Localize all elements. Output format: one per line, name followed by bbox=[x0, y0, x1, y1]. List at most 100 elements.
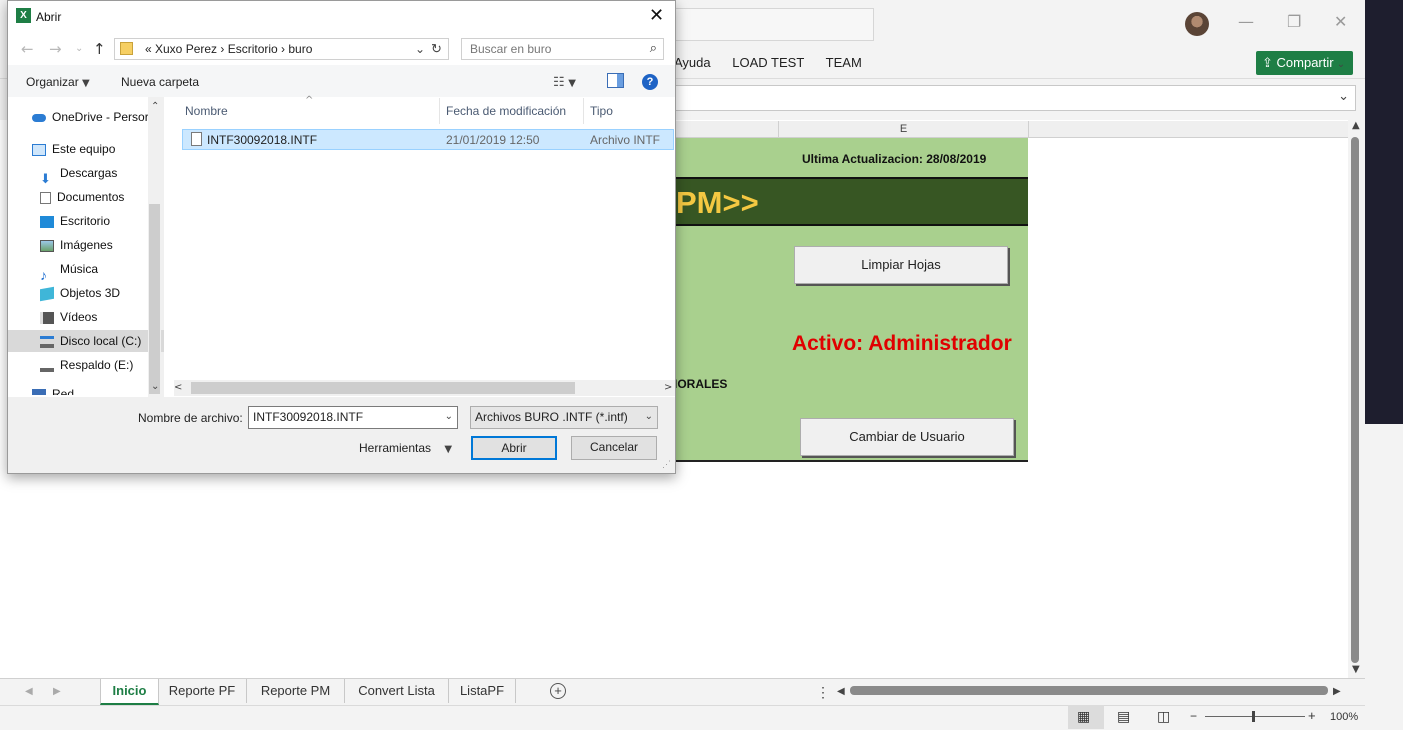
menu-ayuda[interactable]: Ayuda bbox=[674, 55, 711, 70]
column-type[interactable]: Tipo bbox=[590, 104, 613, 118]
active-user-label: Activo: Administrador bbox=[792, 332, 1012, 355]
tab-inicio[interactable]: Inicio bbox=[100, 679, 159, 705]
minimize-icon[interactable]: — bbox=[1238, 12, 1254, 31]
nav-label: Respaldo (E:) bbox=[60, 358, 134, 372]
horizontal-scroll-thumb[interactable] bbox=[850, 686, 1328, 695]
page-layout-icon[interactable]: ▤ bbox=[1117, 708, 1130, 725]
file-row[interactable]: INTF30092018.INTF 21/01/2019 12:50 Archi… bbox=[182, 129, 674, 150]
tools-label: Herramientas bbox=[359, 441, 432, 455]
tab-convert-lista[interactable]: Convert Lista bbox=[345, 679, 449, 703]
zoom-in-icon[interactable]: + bbox=[1308, 708, 1316, 723]
restore-icon[interactable]: ❐ bbox=[1287, 12, 1301, 31]
excel-icon: X bbox=[16, 8, 31, 23]
filetype-select[interactable]: Archivos BURO .INTF (*.intf) ⌄ bbox=[470, 406, 658, 429]
column-divider[interactable] bbox=[583, 98, 584, 124]
nav-label: Música bbox=[60, 262, 99, 276]
nav-label: Escritorio bbox=[60, 214, 111, 228]
resize-grip-icon[interactable]: ⋰ bbox=[662, 459, 671, 470]
recent-locations-icon[interactable]: ⌄ bbox=[75, 43, 83, 54]
up-folder-icon[interactable]: ↑ bbox=[93, 40, 106, 58]
address-bar[interactable]: « Xuxo Perez › Escritorio › buro ⌄ ↻ bbox=[114, 38, 449, 60]
menu-load-test[interactable]: LOAD TEST bbox=[732, 55, 804, 70]
filename-field[interactable]: INTF30092018.INTF ⌄ bbox=[248, 406, 458, 429]
filetype-value: Archivos BURO .INTF (*.intf) bbox=[475, 410, 628, 424]
hscroll-right-icon[interactable]: ▶ bbox=[1333, 686, 1341, 697]
scroll-down-icon[interactable]: ▼ bbox=[1352, 664, 1360, 675]
drive-icon bbox=[40, 360, 54, 372]
nav-label: Disco local (C:) bbox=[60, 334, 142, 348]
computer-icon bbox=[32, 143, 46, 156]
avatar[interactable] bbox=[1185, 12, 1209, 36]
change-user-button[interactable]: Cambiar de Usuario bbox=[800, 418, 1014, 456]
file-type: Archivo INTF bbox=[590, 133, 661, 147]
file-hscroll-thumb[interactable] bbox=[191, 382, 575, 394]
refresh-icon[interactable]: ↻ bbox=[431, 41, 442, 57]
dialog-close-icon[interactable]: ✕ bbox=[649, 5, 664, 26]
zoom-out-icon[interactable]: − bbox=[1190, 709, 1197, 723]
file-name: INTF30092018.INTF bbox=[207, 133, 318, 147]
add-sheet-icon[interactable]: + bbox=[550, 683, 566, 699]
tab-listapf[interactable]: ListaPF bbox=[449, 679, 516, 703]
column-divider[interactable] bbox=[439, 98, 440, 124]
nav-scroll-thumb[interactable] bbox=[149, 204, 160, 394]
forward-icon[interactable]: → bbox=[49, 40, 62, 58]
tab-scroll-left-icon[interactable]: ◀ bbox=[25, 686, 33, 697]
hscroll-left-icon[interactable]: ◀ bbox=[837, 686, 845, 697]
zoom-slider-knob[interactable] bbox=[1252, 711, 1255, 722]
formula-bar[interactable]: ⌄ bbox=[674, 85, 1356, 111]
help-icon[interactable]: ? bbox=[642, 74, 658, 90]
tab-reporte-pf[interactable]: Reporte PF bbox=[158, 679, 247, 703]
breadcrumb[interactable]: « Xuxo Perez › Escritorio › buro bbox=[145, 42, 312, 56]
menu-team[interactable]: TEAM bbox=[826, 55, 862, 70]
video-icon bbox=[40, 311, 54, 324]
tools-menu[interactable]: Herramientas ▼ bbox=[359, 441, 452, 455]
back-icon[interactable]: ← bbox=[21, 40, 34, 58]
preview-pane-icon[interactable] bbox=[607, 73, 624, 88]
nav-label: OneDrive - Persor bbox=[52, 110, 149, 124]
share-button[interactable]: ⇪ Compartir ⌄ bbox=[1256, 51, 1353, 75]
folder-search-input[interactable]: Buscar en buro ⌕ bbox=[461, 38, 664, 60]
open-file-dialog: X Abrir ✕ ← → ⌄ ↑ « Xuxo Perez › Escrito… bbox=[7, 0, 676, 474]
clear-sheets-button[interactable]: Limpiar Hojas bbox=[794, 246, 1008, 284]
pictures-icon bbox=[40, 239, 54, 252]
chevron-down-icon[interactable]: ⌄ bbox=[445, 411, 453, 422]
tab-scroll-right-icon[interactable]: ▶ bbox=[53, 686, 61, 697]
scroll-up-icon[interactable]: ▲ bbox=[1352, 120, 1360, 131]
organize-menu[interactable]: Organizar ▼ bbox=[26, 75, 90, 89]
dialog-titlebar bbox=[8, 1, 675, 33]
search-icon[interactable]: ⌕ bbox=[650, 41, 657, 56]
nav-scroll-down-icon[interactable]: ⌄ bbox=[151, 381, 159, 392]
vertical-scroll-thumb[interactable] bbox=[1351, 137, 1359, 663]
view-options-icon[interactable]: ☷ ▼ bbox=[553, 74, 576, 90]
folder-icon bbox=[120, 42, 133, 55]
tab-reporte-pm[interactable]: Reporte PM bbox=[247, 679, 345, 703]
last-update-label: Ultima Actualizacion: 28/08/2019 bbox=[802, 152, 987, 166]
organize-label: Organizar bbox=[26, 75, 79, 89]
drive-icon bbox=[40, 335, 54, 348]
page-break-icon[interactable]: ◫ bbox=[1157, 708, 1170, 725]
zoom-slider[interactable] bbox=[1205, 716, 1305, 717]
more-options-icon[interactable]: ⋮ bbox=[816, 684, 830, 701]
zoom-level[interactable]: 100% bbox=[1330, 711, 1358, 723]
nav-label: Documentos bbox=[57, 190, 125, 204]
nav-label: Vídeos bbox=[60, 310, 98, 324]
expand-formula-bar-icon[interactable]: ⌄ bbox=[1338, 89, 1349, 104]
address-dropdown-icon[interactable]: ⌄ bbox=[415, 42, 425, 56]
close-icon[interactable]: ✕ bbox=[1334, 12, 1347, 31]
desktop-icon bbox=[40, 215, 54, 228]
document-icon bbox=[40, 191, 51, 204]
normal-view-icon[interactable]: ▦ bbox=[1077, 708, 1090, 725]
column-header-e[interactable]: E bbox=[778, 121, 1029, 137]
excel-search-box[interactable] bbox=[670, 8, 874, 41]
nav-scroll-up-icon[interactable]: ⌃ bbox=[151, 101, 159, 112]
column-modified[interactable]: Fecha de modificación bbox=[446, 104, 566, 118]
cube-icon bbox=[40, 286, 54, 302]
cancel-button[interactable]: Cancelar bbox=[571, 436, 657, 460]
search-placeholder: Buscar en buro bbox=[470, 42, 552, 56]
new-folder-button[interactable]: Nueva carpeta bbox=[121, 75, 199, 89]
open-button[interactable]: Abrir bbox=[471, 436, 557, 460]
file-scroll-left-icon[interactable]: < bbox=[174, 382, 182, 393]
chevron-down-icon[interactable]: ⌄ bbox=[645, 411, 653, 422]
file-scroll-right-icon[interactable]: > bbox=[664, 382, 672, 393]
column-name[interactable]: Nombre bbox=[185, 104, 228, 118]
